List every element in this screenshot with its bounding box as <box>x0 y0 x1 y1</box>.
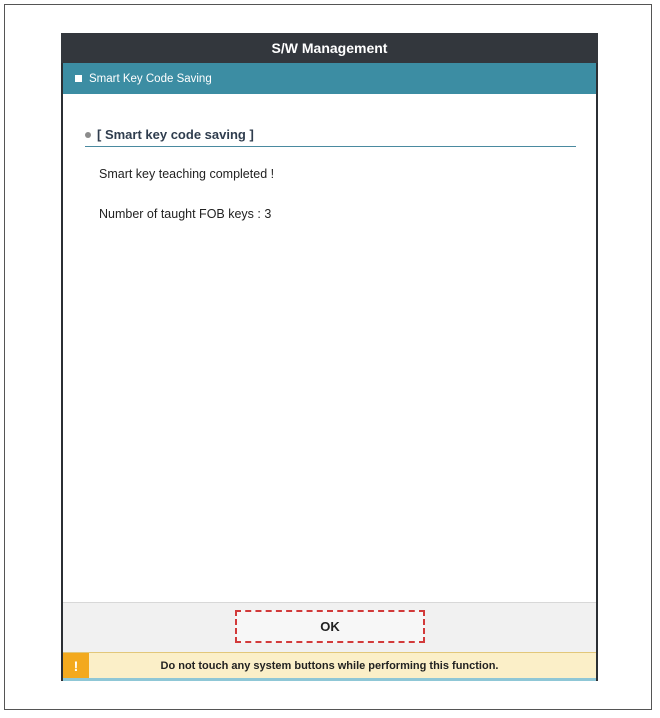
warning-bar: ! Do not touch any system buttons while … <box>63 652 596 678</box>
window-title: S/W Management <box>61 33 598 63</box>
section-title: Smart Key Code Saving <box>89 72 212 85</box>
section-header: Smart Key Code Saving <box>63 63 596 94</box>
button-bar: OK <box>63 602 596 652</box>
teaching-status-message: Smart key teaching completed ! <box>99 167 275 181</box>
fob-count-message: Number of taught FOB keys : 3 <box>99 207 272 221</box>
content-panel: [ Smart key code saving ] Smart key teac… <box>63 94 596 602</box>
content-heading: [ Smart key code saving ] <box>97 126 254 142</box>
square-icon <box>75 75 82 82</box>
exclamation-icon: ! <box>63 653 89 678</box>
bottom-accent-line <box>63 678 596 681</box>
warning-text: Do not touch any system buttons while pe… <box>160 659 499 672</box>
bullet-dot-icon <box>85 131 91 138</box>
app-window: S/W Management Smart Key Code Saving [ S… <box>61 33 598 681</box>
ok-button[interactable]: OK <box>235 610 425 643</box>
content-heading-row: [ Smart key code saving ] <box>85 122 576 147</box>
